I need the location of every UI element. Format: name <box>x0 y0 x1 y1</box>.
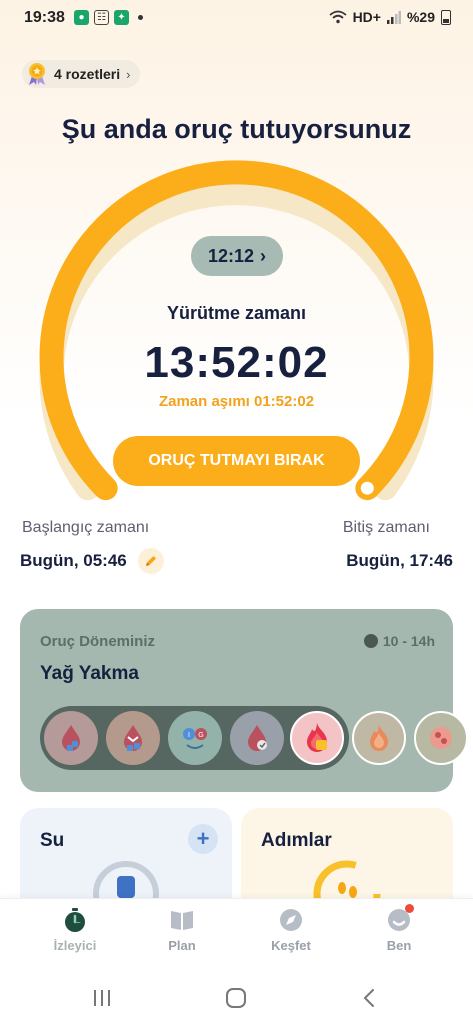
plus-icon: + <box>196 826 210 851</box>
recent-apps-button[interactable] <box>82 984 122 1012</box>
fasting-phase-card[interactable]: Oruç Döneminiz 10 - 14h Yağ Yakma IG <box>20 609 468 792</box>
blood-sugar-fall-icon[interactable] <box>106 711 160 765</box>
phase-name: Yağ Yakma <box>40 663 139 684</box>
notification-dot <box>405 904 414 913</box>
end-time-label: Bitiş zamanı <box>342 519 430 536</box>
fasting-plan-button[interactable]: 12:12 › <box>191 236 283 276</box>
clock-icon <box>363 634 378 648</box>
autophagy-icon[interactable] <box>414 711 468 765</box>
back-button[interactable] <box>349 984 389 1012</box>
bottom-navigation: İzleyici Plan Keşfet Ben <box>0 898 473 970</box>
start-time-label: Başlangıç zamanı <box>22 519 150 536</box>
elapsed-label: Yürütme zamanı <box>166 303 307 323</box>
phase-range-value: 10 - 14h <box>382 633 435 649</box>
stop-fasting-button[interactable]: ORUÇ TUTMAYI BIRAK <box>113 436 360 486</box>
start-time-value[interactable]: Bugün, 05:46 <box>20 551 127 571</box>
recent-apps-icon <box>94 990 110 1006</box>
insulin-drop-icon[interactable] <box>230 711 284 765</box>
compass-icon <box>278 907 304 933</box>
chevron-right-icon: › <box>260 245 267 266</box>
glucose-switch-icon[interactable]: IG <box>168 711 222 765</box>
book-icon <box>169 907 195 933</box>
elapsed-time: 13:52:02 <box>144 338 329 387</box>
profile-icon <box>386 904 414 933</box>
nav-plan-label: Plan <box>168 938 196 953</box>
water-bottle-icon <box>117 876 135 898</box>
steps-title: Adımlar <box>261 830 332 851</box>
home-icon <box>226 988 246 1008</box>
nav-explore-label: Keşfet <box>271 938 311 953</box>
fat-burning-icon[interactable] <box>290 711 344 765</box>
ring-progress-knob <box>357 478 377 498</box>
edit-start-button[interactable] <box>138 548 164 574</box>
nav-me-label: Ben <box>386 938 412 953</box>
footprint-icon <box>338 882 346 894</box>
home-button[interactable] <box>216 984 256 1012</box>
nav-plan[interactable]: Plan <box>137 907 227 967</box>
water-title: Su <box>40 830 65 851</box>
nav-tracker-label: İzleyici <box>53 938 97 953</box>
ketosis-icon[interactable] <box>352 711 406 765</box>
nav-me[interactable]: Ben <box>354 904 444 967</box>
nav-explore[interactable]: Keşfet <box>246 907 336 967</box>
nav-tracker[interactable]: İzleyici <box>30 907 120 967</box>
phase-range: 10 - 14h <box>363 633 435 649</box>
back-icon <box>363 989 374 1007</box>
stopwatch-icon <box>62 907 88 933</box>
system-navigation-bar <box>0 972 473 1024</box>
blood-sugar-rise-icon[interactable] <box>44 711 98 765</box>
svg-text:I: I <box>188 732 190 739</box>
fasting-plan-value: 12:12 <box>207 245 255 266</box>
end-time-value: Bugün, 17:46 <box>346 551 453 570</box>
svg-text:G: G <box>198 732 203 739</box>
pencil-icon <box>146 556 156 566</box>
phase-card-title: Oruç Döneminiz <box>40 633 156 650</box>
add-water-button[interactable]: + <box>188 824 218 854</box>
overtime-text: Zaman aşımı 01:52:02 <box>158 393 315 410</box>
